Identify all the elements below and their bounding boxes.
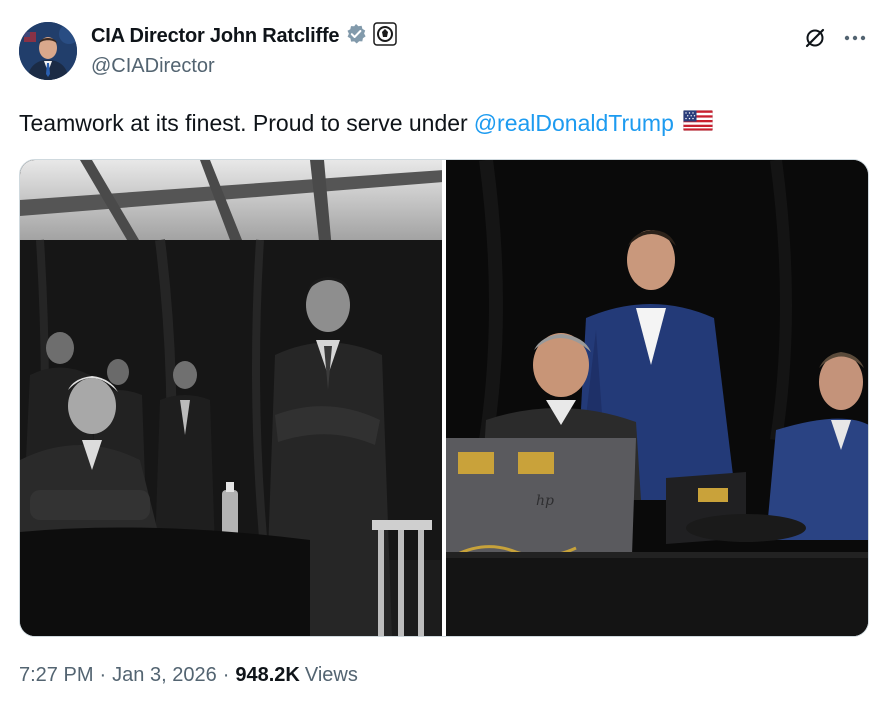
avatar[interactable] [19,22,77,80]
author-display-name[interactable]: CIA Director John Ratcliffe [91,25,340,48]
more-options-icon [844,35,866,41]
photo-right[interactable]: hp [446,160,868,636]
tweet-media: hp [19,159,869,637]
tweet-text: Teamwork at its finest. Proud to serve u… [19,108,714,138]
photo-left[interactable] [20,160,442,636]
verified-badge-icon[interactable] [345,23,367,50]
tweet-date[interactable]: Jan 3, 2026 [112,664,217,687]
tweet-meta: 7:27 PM · Jan 3, 2026 · 948.2K Views [19,664,358,687]
author-name-row: CIA Director John Ratcliffe [91,22,398,51]
author-handle[interactable]: @CIADirector [91,55,215,78]
photo-left-image [20,160,442,636]
tweet-body: Teamwork at its finest. Proud to serve u… [19,110,468,136]
svg-text:hp: hp [536,493,554,509]
grok-icon [805,28,825,48]
more-options-button[interactable] [838,22,872,54]
avatar-image [19,22,77,80]
meta-separator: · [222,664,230,686]
us-flag-icon [682,108,714,138]
views-count: 948.2K [235,664,300,686]
mention-link[interactable]: @realDonaldTrump [474,108,674,138]
views-label: Views [304,664,358,686]
grok-button[interactable] [799,22,831,54]
tweet-time[interactable]: 7:27 PM [19,664,93,687]
photo-right-image: hp [446,160,868,636]
meta-separator: · [99,664,107,686]
cia-seal-icon[interactable] [373,22,398,51]
